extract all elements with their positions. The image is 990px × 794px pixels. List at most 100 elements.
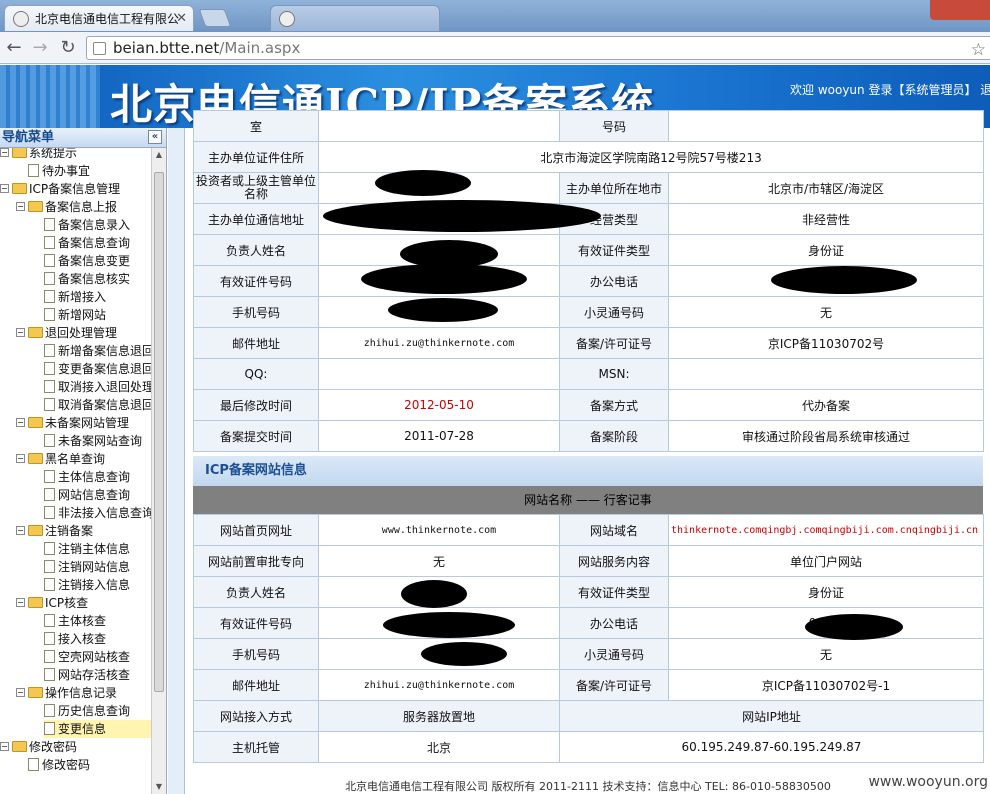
expand-toggle-icon[interactable]: − [16,454,25,463]
tree-item[interactable]: 取消备案信息退回 [44,396,152,414]
expand-toggle-icon[interactable]: − [16,418,25,427]
tree-item[interactable]: 备案信息录入 [44,216,130,234]
tree-item[interactable]: 网站信息查询 [44,486,130,504]
tree-item[interactable]: 未备案网站查询 [44,432,142,450]
tree-folder[interactable]: − ICP备案信息管理 [0,180,121,198]
document-icon [44,470,55,483]
new-tab-button[interactable] [198,9,232,27]
field-value [668,358,984,390]
tree-item[interactable]: 空壳网站核查 [44,648,130,666]
tree-item[interactable]: 注销主体信息 [44,540,130,558]
expand-toggle-icon[interactable]: − [16,598,25,607]
expand-toggle-icon[interactable]: − [0,742,9,751]
document-icon [44,650,55,663]
tree-item-label: 系统提示 [29,148,78,160]
table-row: 手机号码 小灵通号码无 [193,296,984,328]
tree-item[interactable]: 取消接入退回处理 [44,378,152,396]
redaction-mark [383,612,515,638]
tree-folder[interactable]: − 修改密码 [0,738,77,756]
document-icon [44,362,55,375]
browser-tab-inactive[interactable] [270,5,440,31]
field-label: 有效证件号码 [193,607,319,639]
tree-item-label: 变更备案信息退回 [58,362,152,376]
table-row: 负责人姓名 有效证件类型 身份证 [193,234,984,266]
field-label: 最后修改时间 [193,389,319,421]
tree-item-label: 备案信息录入 [58,218,131,232]
document-icon [44,380,55,393]
tree-item[interactable]: 非法接入信息查询 [44,504,152,522]
tree-item-label: 取消接入退回处理 [58,380,152,394]
tree-item[interactable]: 历史信息查询 [44,702,130,720]
browser-tab-active[interactable]: 北京电信通电信工程有限公 ✕ [4,5,194,31]
field-value: 无 [318,545,560,577]
tree-folder[interactable]: − 操作信息记录 [16,684,117,702]
folder-icon [12,148,27,158]
field-value: 审核通过阶段省局系统审核通过 [668,420,984,452]
collapse-icon[interactable]: « [148,130,162,144]
tree-item[interactable]: 新增接入 [44,288,106,306]
document-icon [28,758,39,771]
tree-folder[interactable]: − 备案信息上报 [16,198,117,216]
field-label: 小灵通号码 [559,296,669,328]
expand-toggle-icon[interactable]: − [16,202,25,211]
expand-toggle-icon[interactable]: − [0,184,9,193]
table-row: 主机托管 北京 60.195.249.87-60.195.249.87 [193,731,984,763]
tree-item[interactable]: 注销接入信息 [44,576,130,594]
expand-toggle-icon[interactable]: − [16,688,25,697]
scroll-up-icon[interactable]: ▲ [152,148,166,162]
forward-arrow-icon[interactable]: → [28,36,52,60]
tree-folder[interactable]: − 系统提示 [0,148,78,162]
redaction-mark [323,200,601,232]
tree-folder[interactable]: − ICP核查 [16,594,88,612]
tree-item[interactable]: 备案信息核实 [44,270,130,288]
tree-item-label: 未备案网站管理 [45,416,130,430]
close-icon[interactable]: ✕ [176,6,187,31]
tree-item[interactable]: 待办事宜 [28,162,90,180]
tree-item-label: 主体信息查询 [58,470,131,484]
tree-item-label: 非法接入信息查询 [58,506,152,520]
table-row: QQ: MSN: [193,358,984,390]
field-value: 北京市海淀区学院南路12号院57号楼213 [318,141,984,173]
tree-folder[interactable]: − 注销备案 [16,522,93,540]
tree-item-label: 空壳网站核查 [58,650,131,664]
expand-toggle-icon[interactable]: − [0,148,9,157]
field-label: 号码 [559,110,669,142]
sidebar-scrollbar[interactable]: ▲ ▼ [151,148,166,794]
back-arrow-icon[interactable]: ← [2,36,26,60]
tree-item[interactable]: 变更信息 [44,720,152,738]
tree-folder[interactable]: − 未备案网站管理 [16,414,130,432]
window-close-button[interactable] [930,0,990,20]
tree-item[interactable]: 备案信息变更 [44,252,130,270]
field-value: thinkernote.comqingbj.comqingbiji.com.cn… [668,514,984,546]
field-label: 网站IP地址 [559,700,984,732]
tree-item[interactable]: 主体信息查询 [44,468,130,486]
tree-item[interactable]: 新增网站 [44,306,106,324]
tree-folder[interactable]: − 退回处理管理 [16,324,117,342]
tree-item[interactable]: 变更备案信息退回 [44,360,152,378]
expand-toggle-icon[interactable]: − [16,328,25,337]
tree-folder[interactable]: − 黑名单查询 [16,450,105,468]
welcome-text: 欢迎 wooyun 登录【系统管理员】 退 [790,83,990,97]
tree-item[interactable]: 接入核查 [44,630,106,648]
address-bar[interactable]: beian.btte.net/Main.aspx ☆ [86,36,990,60]
bookmark-star-icon[interactable]: ☆ [971,39,986,61]
table-row: 备案提交时间 2011-07-28 备案阶段 审核通过阶段省局系统审核通过 [193,420,984,452]
globe-icon [13,11,29,27]
tree-item[interactable]: 备案信息查询 [44,234,130,252]
tree-item[interactable]: 新增备案信息退回 [44,342,152,360]
tree-item[interactable]: 网站存活核查 [44,666,130,684]
scrollbar-thumb[interactable] [154,172,164,692]
scroll-down-icon[interactable]: ▼ [152,780,166,794]
tree-item-label: ICP备案信息管理 [29,182,121,196]
field-label: MSN: [559,358,669,390]
tree-item[interactable]: 主体核查 [44,612,106,630]
tree-item[interactable]: 修改密码 [28,756,90,774]
field-label: 有效证件类型 [559,234,669,266]
field-label: 主机托管 [193,731,319,763]
reload-icon[interactable]: ↻ [56,36,80,60]
table-row: 邮件地址 zhihui.zu@thinkernote.com 备案/许可证号 京ICP… [193,669,984,701]
expand-toggle-icon[interactable]: − [16,526,25,535]
tree-item[interactable]: 注销网站信息 [44,558,130,576]
website-section-title: ICP备案网站信息 [193,456,983,486]
tree-item-label: 网站存活核查 [58,668,131,682]
